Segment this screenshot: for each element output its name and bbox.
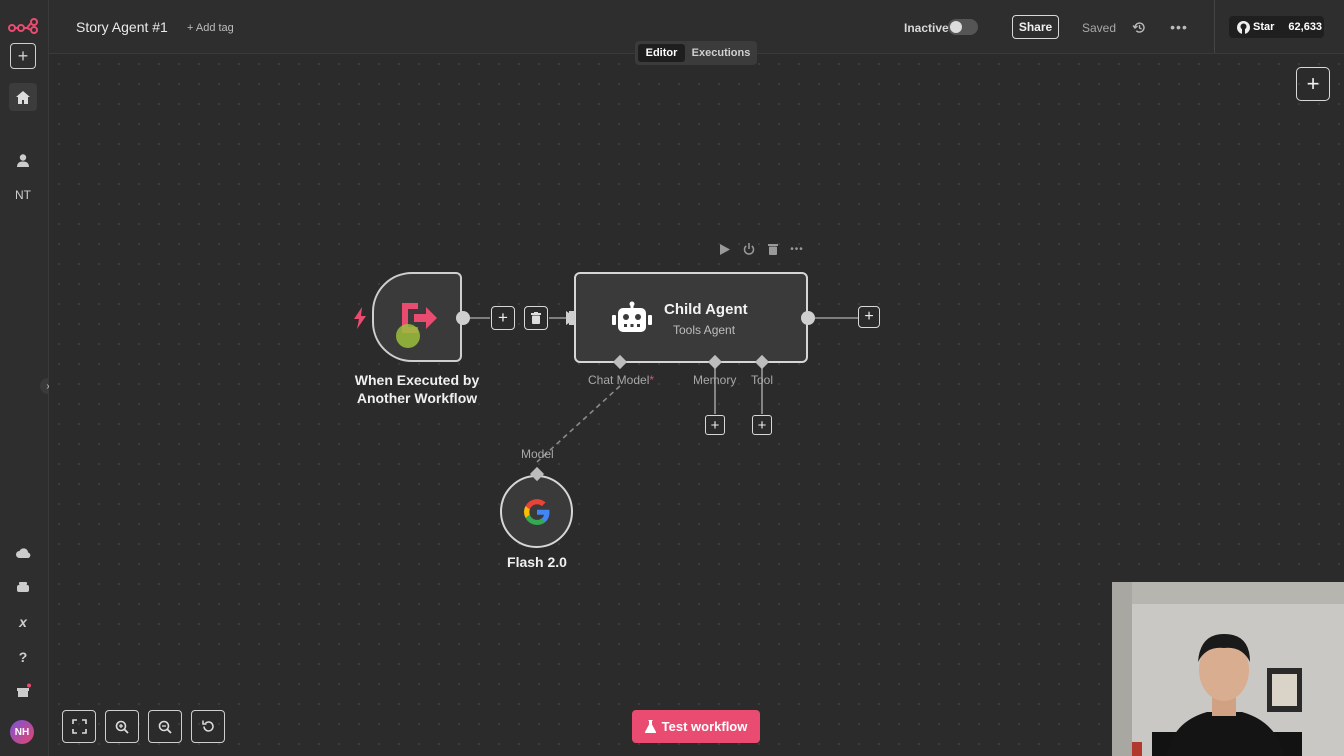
agent-input-handle[interactable] (569, 311, 575, 325)
zoom-out-icon (158, 720, 172, 734)
execute-node-icon[interactable] (717, 241, 733, 257)
trigger-label-line1: When Executed by (354, 372, 480, 388)
node-more-icon[interactable]: ••• (788, 241, 806, 257)
trigger-output-handle[interactable] (456, 311, 470, 325)
agent-output-handle[interactable] (801, 311, 815, 325)
agent-node[interactable]: Child Agent Tools Agent (574, 272, 808, 363)
trigger-node-label: When Executed by Another Workflow (340, 371, 494, 407)
delete-node-icon[interactable] (765, 241, 781, 257)
flask-icon (644, 720, 656, 733)
chat-model-text: Chat Model (588, 373, 650, 387)
agent-output-add-button[interactable]: + (858, 306, 880, 328)
tool-label: Tool (751, 373, 774, 387)
fit-view-button[interactable] (62, 710, 96, 743)
webcam-video (1112, 582, 1344, 756)
undo-icon (201, 720, 214, 732)
required-mark: * (649, 373, 655, 387)
agent-node-title: Child Agent (664, 301, 748, 318)
model-node[interactable] (500, 475, 573, 548)
lightning-trigger-icon (353, 307, 367, 334)
test-workflow-button[interactable]: Test workflow (632, 710, 760, 743)
zoom-in-icon (115, 720, 129, 734)
agent-node-subtitle: Tools Agent (673, 323, 736, 337)
add-tool-button[interactable]: + (752, 415, 772, 435)
edge-delete-icon[interactable] (524, 306, 548, 330)
model-node-label: Flash 2.0 (507, 554, 567, 570)
cursor-highlight (396, 324, 420, 348)
memory-label: Memory (693, 373, 737, 387)
model-input-label: Model (521, 447, 554, 461)
zoom-in-button[interactable] (105, 710, 139, 743)
google-icon (524, 499, 550, 530)
trigger-node[interactable] (372, 272, 462, 362)
add-memory-button[interactable]: + (705, 415, 725, 435)
robot-icon (612, 301, 652, 339)
test-workflow-label: Test workflow (661, 719, 748, 734)
reset-zoom-button[interactable] (191, 710, 225, 743)
zoom-out-button[interactable] (148, 710, 182, 743)
chat-model-label: Chat Model* (588, 373, 654, 387)
fullscreen-icon (71, 719, 87, 734)
deactivate-node-icon[interactable] (741, 241, 757, 257)
trigger-label-line2: Another Workflow (356, 390, 478, 406)
edge-add-button[interactable]: + (491, 306, 515, 330)
